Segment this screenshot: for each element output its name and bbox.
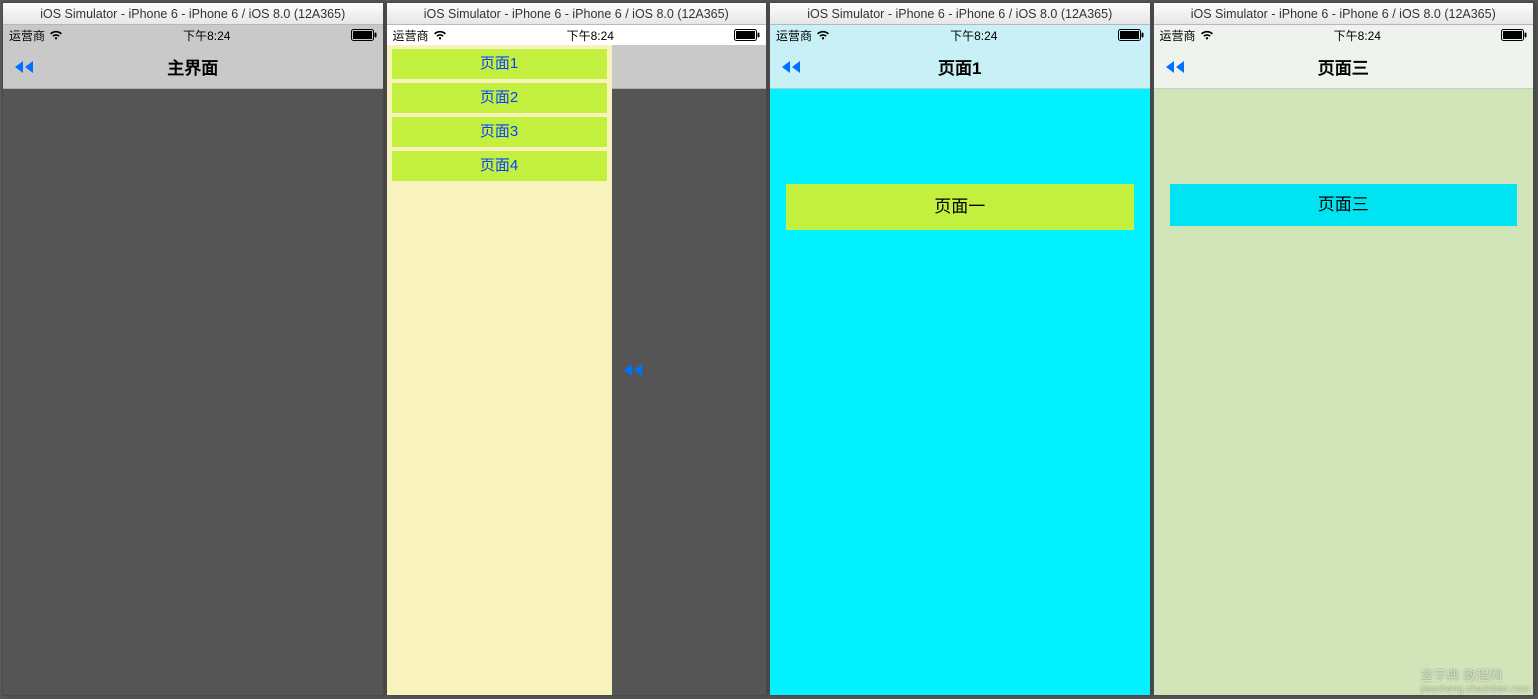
nav-title: 主界面: [3, 54, 383, 79]
watermark-sub: jiaocheng.chazidian.com: [1420, 684, 1530, 695]
simulator-screen-menu: iOS Simulator - iPhone 6 - iPhone 6 / iO…: [386, 2, 768, 696]
status-time: 下午8:24: [1334, 27, 1381, 44]
navigation-bar: 主界面: [3, 45, 383, 89]
status-bar: 运营商 下午8:24: [387, 25, 767, 45]
carrier-label: 运营商: [9, 27, 45, 44]
content-area: 页面1 页面2 页面3 页面4: [387, 45, 767, 695]
window-title: iOS Simulator - iPhone 6 - iPhone 6 / iO…: [770, 3, 1150, 25]
status-time: 下午8:24: [183, 27, 230, 44]
page-label: 页面三: [1170, 184, 1518, 226]
back-button[interactable]: [1162, 57, 1192, 77]
back-button[interactable]: [778, 57, 808, 77]
status-bar: 运营商 下午8:24: [3, 25, 383, 45]
window-title: iOS Simulator - iPhone 6 - iPhone 6 / iO…: [1154, 3, 1534, 25]
battery-icon: [734, 29, 760, 41]
menu-item-page2[interactable]: 页面2: [392, 83, 607, 113]
navigation-bar: [612, 45, 767, 89]
carrier-label: 运营商: [776, 27, 812, 44]
content-area: [3, 89, 383, 695]
rewind-icon: [11, 57, 41, 77]
battery-icon: [1118, 29, 1144, 41]
battery-icon: [1501, 29, 1527, 41]
navigation-bar: 页面三: [1154, 45, 1534, 89]
pushed-main-view: [612, 45, 767, 695]
watermark-text: 查字典 教程网: [1420, 668, 1502, 683]
side-menu: 页面1 页面2 页面3 页面4: [387, 45, 612, 695]
rewind-icon: [620, 360, 650, 380]
simulator-screen-main: iOS Simulator - iPhone 6 - iPhone 6 / iO…: [2, 2, 384, 696]
window-title: iOS Simulator - iPhone 6 - iPhone 6 / iO…: [387, 3, 767, 25]
simulator-screen-page3: iOS Simulator - iPhone 6 - iPhone 6 / iO…: [1153, 2, 1535, 696]
battery-icon: [351, 29, 377, 41]
wifi-icon: [816, 30, 830, 40]
nav-title: 页面1: [770, 54, 1150, 79]
carrier-label: 运营商: [1160, 27, 1196, 44]
watermark: 查字典 教程网 jiaocheng.chazidian.com: [1420, 665, 1530, 695]
menu-item-page1[interactable]: 页面1: [392, 49, 607, 79]
content-area: 页面一: [770, 89, 1150, 695]
wifi-icon: [49, 30, 63, 40]
back-button[interactable]: [620, 360, 650, 380]
wifi-icon: [1200, 30, 1214, 40]
status-bar: 运营商 下午8:24: [1154, 25, 1534, 45]
window-title: iOS Simulator - iPhone 6 - iPhone 6 / iO…: [3, 3, 383, 25]
menu-item-page4[interactable]: 页面4: [392, 151, 607, 181]
carrier-label: 运营商: [393, 27, 429, 44]
rewind-icon: [1162, 57, 1192, 77]
menu-item-page3[interactable]: 页面3: [392, 117, 607, 147]
page-label: 页面一: [786, 184, 1134, 230]
status-time: 下午8:24: [950, 27, 997, 44]
rewind-icon: [778, 57, 808, 77]
wifi-icon: [433, 30, 447, 40]
navigation-bar: 页面1: [770, 45, 1150, 89]
nav-title: 页面三: [1154, 54, 1534, 79]
content-area: 页面三: [1154, 89, 1534, 695]
back-button[interactable]: [11, 57, 41, 77]
simulator-screen-page1: iOS Simulator - iPhone 6 - iPhone 6 / iO…: [769, 2, 1151, 696]
status-bar: 运营商 下午8:24: [770, 25, 1150, 45]
status-time: 下午8:24: [567, 27, 614, 44]
